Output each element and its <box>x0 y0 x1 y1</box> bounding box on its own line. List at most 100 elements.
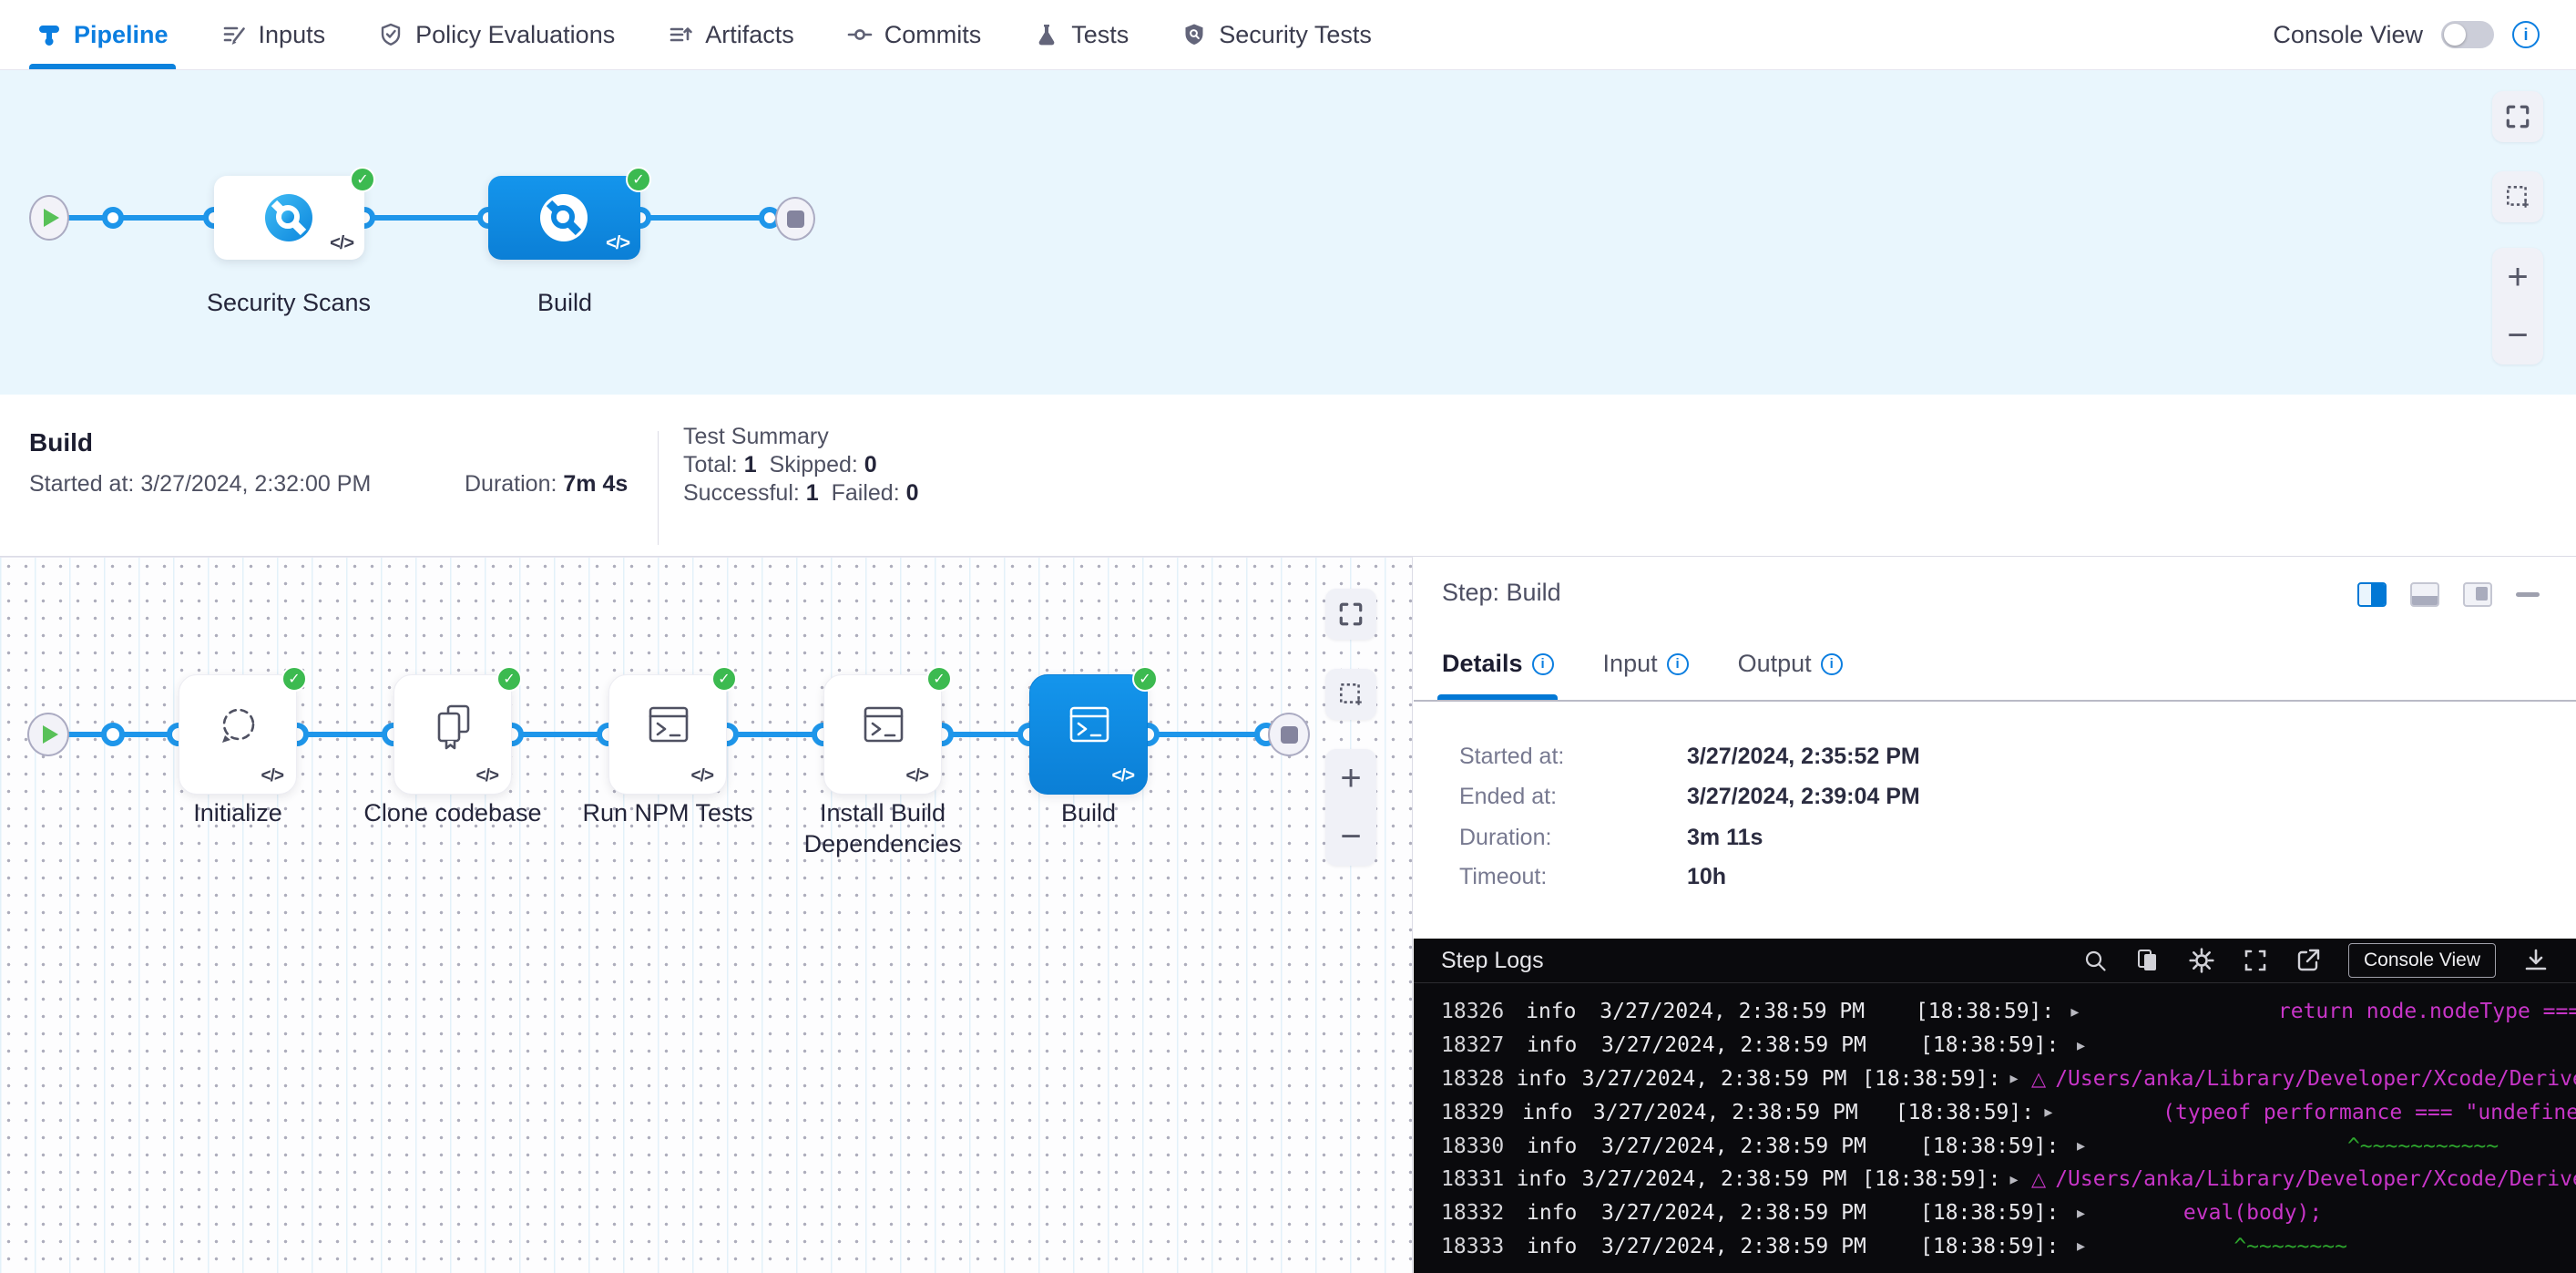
panel-tabs: Details i Input i Output i <box>1442 650 1843 678</box>
tabs-divider <box>1414 700 2576 702</box>
test-summary-row2: Successful: 1 Failed: 0 <box>683 479 919 508</box>
layout-right-icon[interactable] <box>2357 582 2387 607</box>
search-icon[interactable] <box>2082 948 2108 973</box>
fullscreen-button[interactable] <box>2492 91 2543 142</box>
log-line: 18330info3/27/2024, 2:38:59 PM[18:38:59]… <box>1414 1129 2576 1163</box>
tab-tests[interactable]: Tests <box>1034 0 1129 69</box>
log-line: 18326info3/27/2024, 2:38:59 PM[18:38:59]… <box>1414 995 2576 1029</box>
end-node[interactable] <box>775 197 815 241</box>
log-rows[interactable]: 18326info3/27/2024, 2:38:59 PM[18:38:59]… <box>1414 995 2576 1263</box>
caret-icon: ▸ <box>2077 1237 2095 1256</box>
tab-commits[interactable]: Commits <box>847 0 982 69</box>
step-graph-canvas[interactable]: ✓ </> Initialize ✓ </> Clone codebase ✓ … <box>0 557 1413 1273</box>
summary-started: Started at: 3/27/2024, 2:32:00 PM <box>29 471 371 498</box>
console-view-toggle[interactable] <box>2441 21 2494 48</box>
zoom-out-button[interactable]: − <box>1325 807 1376 866</box>
open-external-icon[interactable] <box>2295 948 2321 973</box>
commit-icon <box>847 22 873 47</box>
test-summary-row1: Total: 1 Skipped: 0 <box>683 451 919 479</box>
tab-output[interactable]: Output i <box>1738 650 1843 678</box>
end-node[interactable] <box>1268 713 1310 756</box>
tab-security-tests[interactable]: Security Tests <box>1181 0 1372 69</box>
console-view-button[interactable]: Console View <box>2348 943 2496 978</box>
step-node-initialize[interactable]: ✓ </> <box>179 674 297 795</box>
settings-gear-icon[interactable] <box>2188 947 2215 974</box>
start-node[interactable] <box>29 195 69 241</box>
start-node[interactable] <box>27 713 69 756</box>
tab-details[interactable]: Details i <box>1442 650 1554 678</box>
step-node-build[interactable]: ✓ </> <box>1029 674 1148 795</box>
test-summary: Test Summary Total: 1 Skipped: 0 Success… <box>683 423 919 508</box>
warning-icon: △ <box>2031 1068 2046 1090</box>
tab-artifacts[interactable]: Artifacts <box>668 0 794 69</box>
minimize-icon[interactable] <box>2516 592 2540 597</box>
info-icon[interactable]: i <box>1532 653 1554 675</box>
console-view-label: Console View <box>2273 21 2423 49</box>
success-badge: ✓ <box>281 666 307 692</box>
fullscreen-icon[interactable] <box>2243 948 2268 973</box>
success-badge: ✓ <box>926 666 952 692</box>
download-icon[interactable] <box>2523 948 2549 973</box>
step-logs-title: Step Logs <box>1441 948 1544 974</box>
code-icon: </> <box>1112 766 1134 786</box>
shield-check-icon <box>378 22 404 47</box>
zoom-in-button[interactable]: + <box>1325 749 1376 807</box>
fullscreen-button[interactable] <box>1325 589 1376 640</box>
pipeline-execution-page: Pipeline Inputs Policy Evaluations Artif… <box>0 0 2576 1273</box>
nav-right: Console View i <box>2273 21 2540 49</box>
step-node-install-build-dependencies[interactable]: ✓ </> <box>823 674 942 795</box>
detail-ended-at: Ended at:3/27/2024, 2:39:04 PM <box>1459 784 1596 810</box>
success-badge: ✓ <box>496 666 522 692</box>
tab-label: Inputs <box>259 21 326 49</box>
play-icon <box>43 725 58 744</box>
step-details-panel: Step: Build Details i Input i Output i <box>1414 557 2576 939</box>
step-node-run-npm-tests[interactable]: ✓ </> <box>608 674 727 795</box>
tab-inputs[interactable]: Inputs <box>221 0 326 69</box>
tab-label: Security Tests <box>1219 21 1372 49</box>
stage-graph-canvas[interactable]: ✓ </> Security Scans ✓ </> Build + − <box>0 70 2576 395</box>
check-icon: ✓ <box>933 670 945 688</box>
panel-layout-controls <box>2357 582 2540 607</box>
caret-icon: ▸ <box>2077 1136 2095 1155</box>
stop-icon <box>1281 726 1298 744</box>
check-icon: ✓ <box>503 670 515 688</box>
edge-port <box>102 207 124 229</box>
layout-bottom-icon[interactable] <box>2410 582 2439 607</box>
log-toolbar-actions: Console View <box>2082 943 2549 978</box>
stage-node-build[interactable]: ✓ </> <box>488 176 640 260</box>
code-icon: </> <box>606 233 629 254</box>
zoom-out-button[interactable]: − <box>2492 306 2543 364</box>
step-label: Build <box>970 797 1207 828</box>
summary-duration: Duration: 7m 4s <box>465 471 628 498</box>
success-badge: ✓ <box>626 167 651 192</box>
tab-label: Details <box>1442 650 1523 678</box>
step-node-clone-codebase[interactable]: ✓ </> <box>394 674 512 795</box>
marquee-select-button[interactable] <box>1325 669 1376 720</box>
marquee-select-button[interactable] <box>2492 171 2543 222</box>
code-icon: </> <box>330 233 353 254</box>
top-nav: Pipeline Inputs Policy Evaluations Artif… <box>0 0 2576 70</box>
zoom-controls: + − <box>2492 248 2543 364</box>
layout-float-icon[interactable] <box>2463 582 2492 607</box>
tab-label: Artifacts <box>705 21 794 49</box>
step-logs-toolbar: Step Logs Console View <box>1414 939 2576 983</box>
tab-policy-evaluations[interactable]: Policy Evaluations <box>378 0 615 69</box>
tab-input[interactable]: Input i <box>1603 650 1689 678</box>
step-label: Initialize <box>119 797 356 828</box>
detail-duration: Duration:3m 11s <box>1459 825 1596 851</box>
tab-pipeline[interactable]: Pipeline <box>36 0 169 69</box>
check-icon: ✓ <box>1139 670 1150 688</box>
stop-icon <box>787 210 804 228</box>
stage-node-security-scans[interactable]: ✓ </> <box>214 176 364 260</box>
tab-label: Commits <box>884 21 982 49</box>
clone-icon <box>428 699 479 755</box>
tab-label: Input <box>1603 650 1658 678</box>
info-icon[interactable]: i <box>1821 653 1843 675</box>
copy-icon[interactable] <box>2135 948 2161 973</box>
info-icon[interactable]: i <box>2512 21 2540 48</box>
info-icon[interactable]: i <box>1667 653 1689 675</box>
stage-label: Build <box>446 287 683 318</box>
success-badge: ✓ <box>711 666 737 692</box>
code-icon: </> <box>691 766 713 786</box>
zoom-in-button[interactable]: + <box>2492 248 2543 306</box>
